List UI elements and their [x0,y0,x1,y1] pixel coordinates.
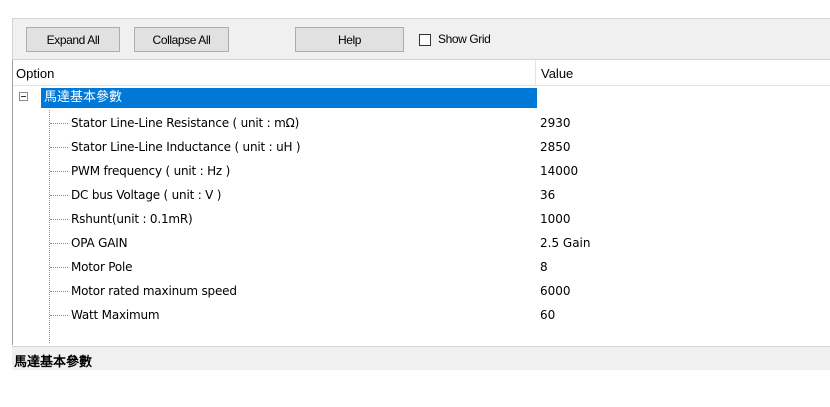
property-value[interactable]: 60 [540,308,555,322]
property-name: Rshunt(unit : 0.1mR) [71,212,193,226]
group-row[interactable]: 馬達基本參數 [13,87,830,110]
property-value[interactable]: 14000 [540,164,578,178]
property-name: OPA GAIN [71,236,128,250]
expand-all-button[interactable]: Expand All [26,27,120,52]
property-name: DC bus Voltage ( unit : V ) [71,188,222,202]
tree-branch-line [50,291,68,292]
description-title: 馬達基本參數 [14,355,93,370]
property-row[interactable]: Motor Pole 8 [13,255,830,279]
property-row[interactable]: Watt Maximum 60 [13,303,830,327]
collapse-toggle-icon[interactable] [19,92,28,101]
property-panel: Expand All Collapse All Help Show Grid O… [12,18,830,370]
property-name: PWM frequency ( unit : Hz ) [71,164,231,178]
group-label[interactable]: 馬達基本參數 [41,88,537,108]
property-value[interactable]: 36 [540,188,555,202]
column-header-option[interactable]: Option [16,66,54,81]
tree-branch-line [50,243,68,244]
toolbar: Expand All Collapse All Help Show Grid [12,18,830,60]
tree-branch-line [50,219,68,220]
tree-branch-line [50,267,68,268]
property-value[interactable]: 2850 [540,140,571,154]
property-value[interactable]: 6000 [540,284,571,298]
property-value[interactable]: 2.5 Gain [540,236,591,250]
collapse-all-button[interactable]: Collapse All [134,27,229,52]
help-button[interactable]: Help [295,27,404,52]
property-row[interactable]: Motor rated maxinum speed 6000 [13,279,830,303]
property-row[interactable]: Stator Line-Line Inductance ( unit : uH … [13,135,830,159]
property-row[interactable]: OPA GAIN 2.5 Gain [13,231,830,255]
tree-branch-line [50,171,68,172]
property-name: Watt Maximum [71,308,160,322]
property-row[interactable]: Stator Line-Line Resistance ( unit : mΩ)… [13,111,830,135]
property-grid: Option Value 馬達基本參數 Stator Line-Line Res… [12,60,830,345]
property-name: Motor Pole [71,260,133,274]
tree-branch-line [50,147,68,148]
show-grid-checkbox[interactable] [419,34,431,46]
show-grid-label[interactable]: Show Grid [438,32,491,46]
property-row[interactable]: Rshunt(unit : 0.1mR) 1000 [13,207,830,231]
tree-branch-line [50,195,68,196]
property-name: Motor rated maxinum speed [71,284,237,298]
property-name: Stator Line-Line Resistance ( unit : mΩ) [71,116,300,130]
tree-branch-line [50,315,68,316]
property-value[interactable]: 8 [540,260,548,274]
property-row[interactable]: PWM frequency ( unit : Hz ) 14000 [13,159,830,183]
tree-branch-line [50,123,68,124]
column-divider[interactable] [535,60,536,86]
property-name: Stator Line-Line Inductance ( unit : uH … [71,140,301,154]
column-header-value[interactable]: Value [541,66,573,81]
description-panel: 馬達基本參數 [12,346,830,370]
grid-header: Option Value [13,60,830,86]
property-value[interactable]: 1000 [540,212,571,226]
property-value[interactable]: 2930 [540,116,571,130]
property-row[interactable]: DC bus Voltage ( unit : V ) 36 [13,183,830,207]
